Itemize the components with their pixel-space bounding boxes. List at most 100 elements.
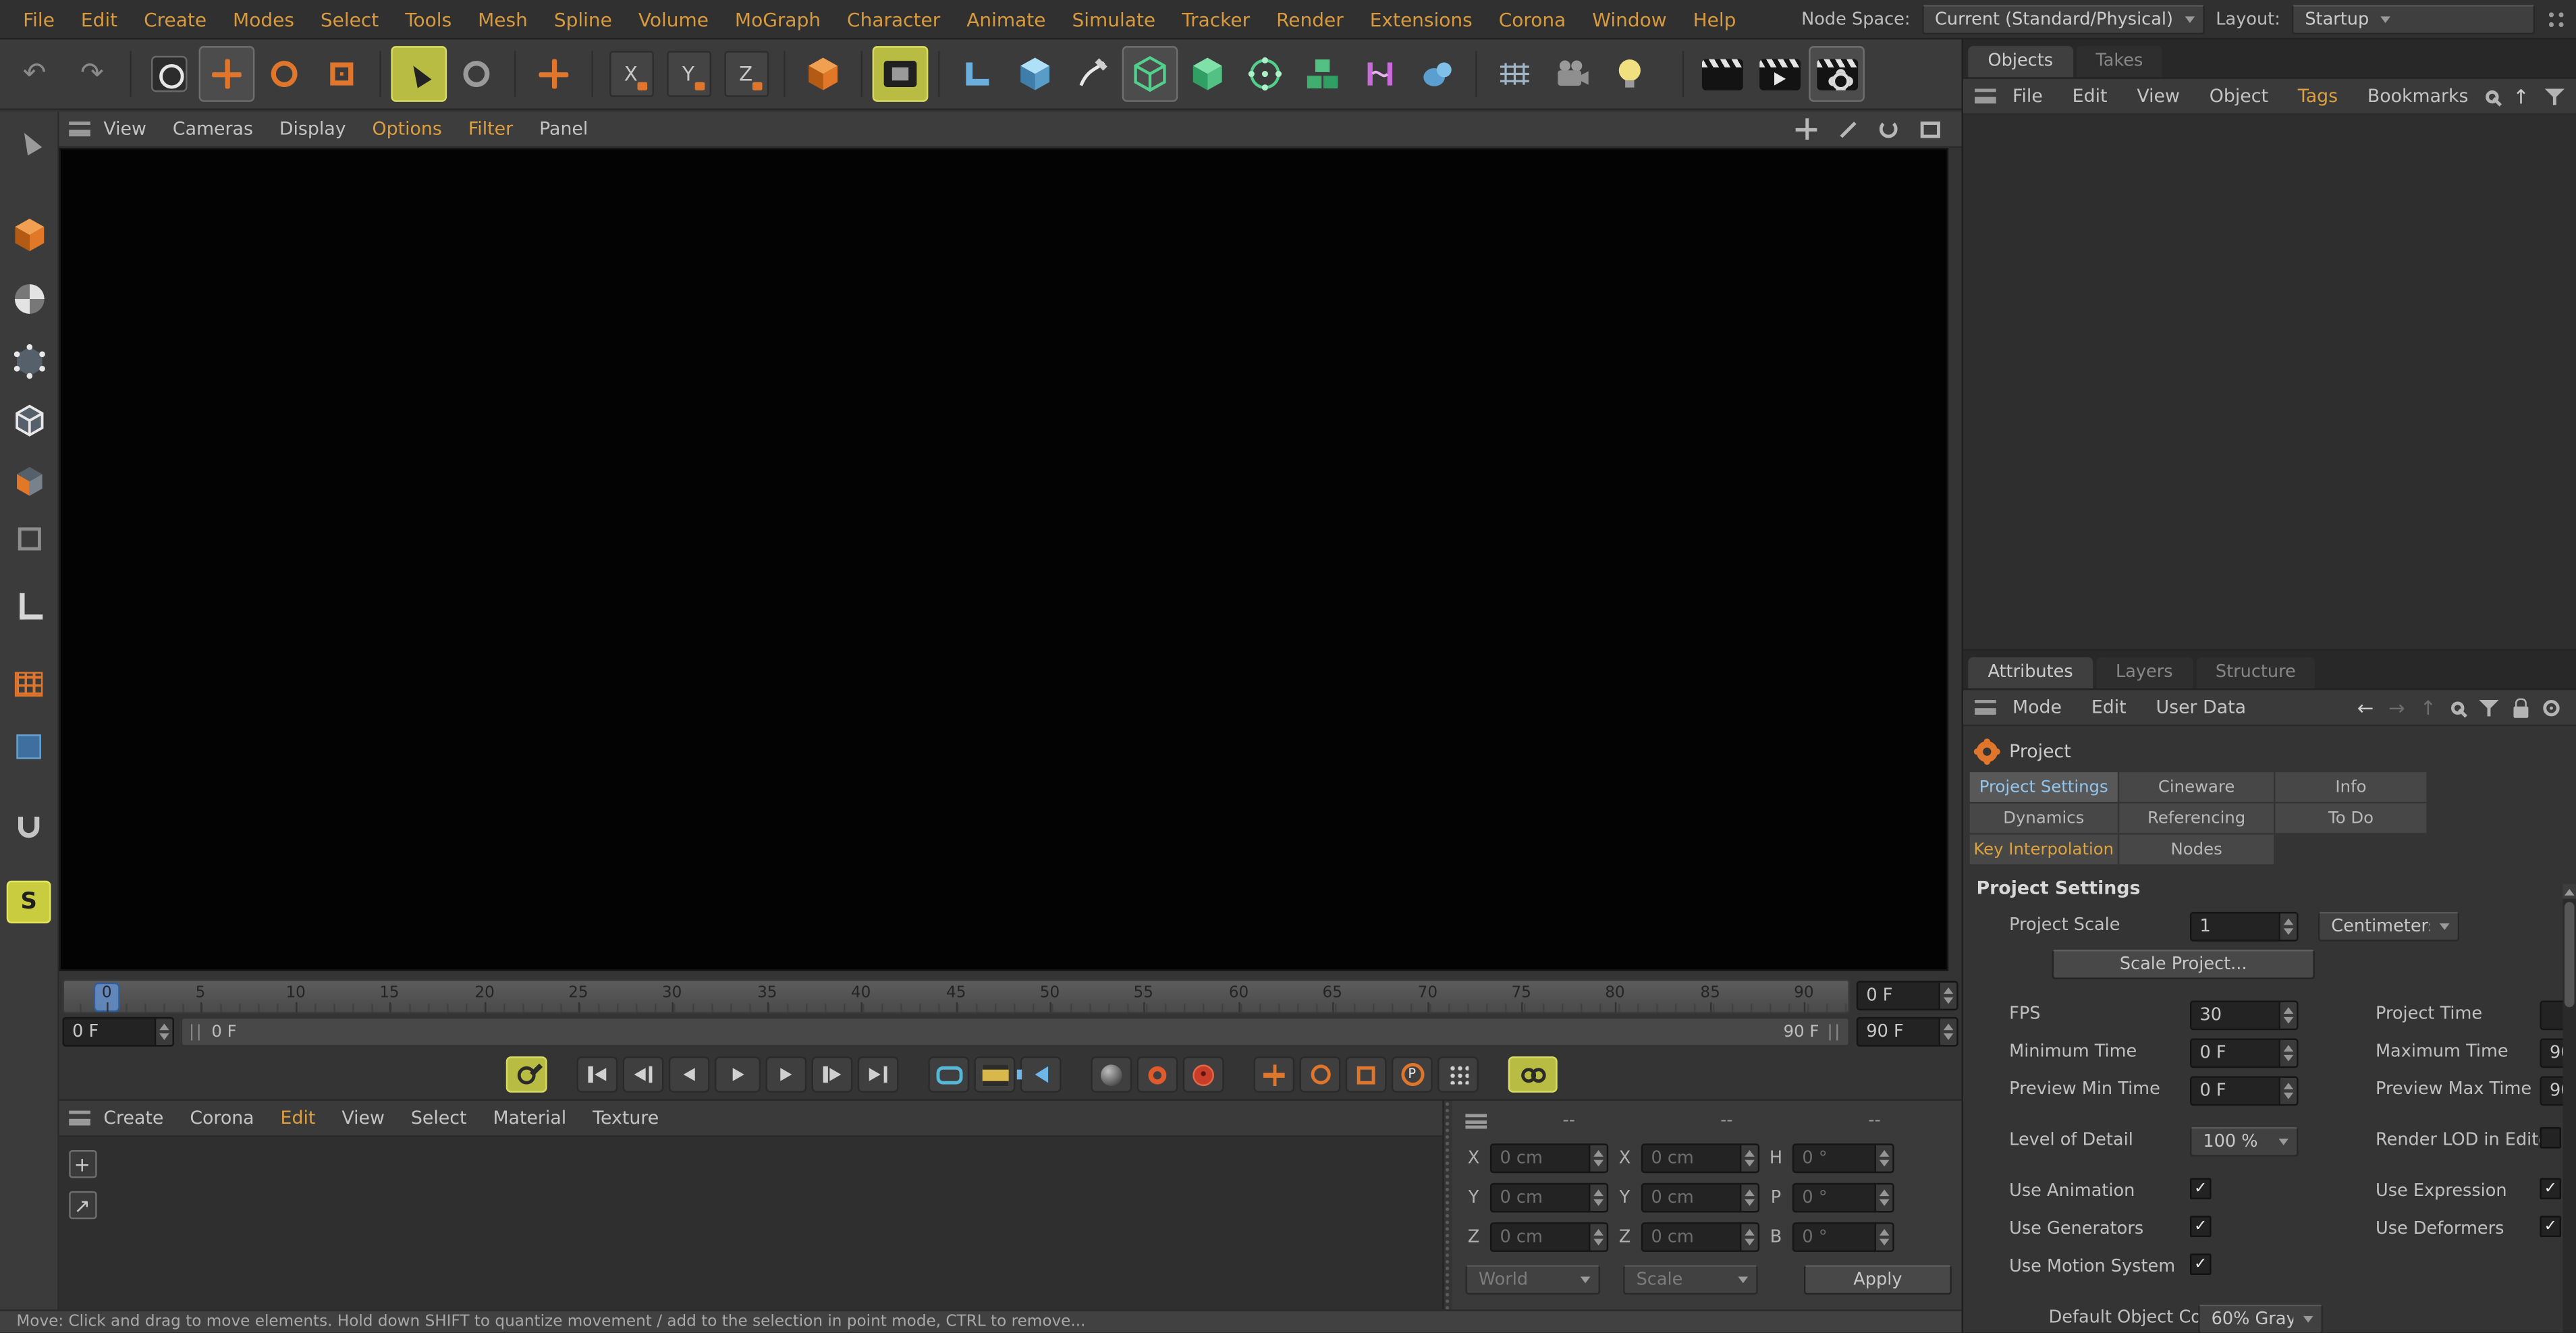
tab-structure[interactable]: Structure — [2196, 657, 2315, 688]
menu-volume[interactable]: Volume — [625, 7, 721, 30]
material-menu-texture[interactable]: Texture — [580, 1108, 672, 1129]
size-z-field[interactable]: 0 cm — [1641, 1222, 1759, 1251]
tweak-mode-button[interactable] — [4, 516, 53, 562]
coordinate-space-dropdown[interactable]: World — [1465, 1265, 1600, 1295]
key-recording-toggle[interactable] — [506, 1056, 547, 1093]
play-mode-button[interactable] — [928, 1056, 969, 1093]
magnet-snap-button[interactable] — [4, 803, 53, 849]
tab-nodes[interactable]: Nodes — [2119, 835, 2274, 865]
tab-objects[interactable]: Objects — [1968, 46, 2073, 77]
use-generators-checkbox[interactable]: ✓ — [2190, 1216, 2212, 1237]
size-x-field[interactable]: 0 cm — [1641, 1143, 1759, 1172]
spinner-arrows-icon[interactable] — [1740, 1184, 1758, 1210]
scrollbar-thumb[interactable] — [2565, 902, 2575, 1007]
menu-spline[interactable]: Spline — [541, 7, 625, 30]
coordinate-mode-dropdown[interactable]: Scale — [1623, 1265, 1758, 1295]
axis-lock-x[interactable]: X — [603, 46, 659, 102]
camera-button[interactable] — [1544, 46, 1600, 102]
render-lod-checkbox[interactable] — [2540, 1127, 2561, 1149]
menu-simulate[interactable]: Simulate — [1059, 7, 1169, 30]
omni-move-tool[interactable] — [526, 46, 582, 102]
parent-up-icon[interactable]: ↑ — [2420, 697, 2436, 717]
layout-dropdown[interactable]: Startup — [2292, 4, 2535, 34]
pos-y-field[interactable]: 0 cm — [1490, 1182, 1608, 1212]
extrude-generator-button[interactable] — [1180, 46, 1236, 102]
spinner-arrows-icon[interactable] — [2278, 1078, 2297, 1104]
project-scale-field[interactable]: 1 — [2190, 912, 2299, 942]
object-menu-object[interactable]: Object — [2196, 86, 2281, 107]
toggle-sound-button[interactable] — [1020, 1056, 1062, 1093]
add-cube-button[interactable] — [1007, 46, 1063, 102]
model-mode-button[interactable] — [4, 212, 53, 258]
scale-tool[interactable] — [314, 46, 370, 102]
lock-icon[interactable] — [2513, 706, 2528, 717]
play-button[interactable] — [715, 1056, 761, 1093]
menu-help[interactable]: Help — [1680, 7, 1749, 30]
filter-funnel-icon[interactable] — [2544, 86, 2564, 106]
object-menu-bookmarks[interactable]: Bookmarks — [2354, 86, 2482, 107]
menu-corona[interactable]: Corona — [1485, 7, 1579, 30]
points-mode-button[interactable] — [4, 338, 53, 384]
hamburger-icon[interactable] — [69, 1111, 90, 1126]
menu-modes[interactable]: Modes — [220, 7, 308, 30]
hamburger-icon[interactable] — [1975, 88, 1996, 103]
material-menu-select[interactable]: Select — [398, 1108, 480, 1129]
preview-range-track[interactable]: || 0 F 90 F || — [181, 1017, 1850, 1047]
spinner-arrows-icon[interactable] — [1875, 1184, 1893, 1210]
spinner-arrows-icon[interactable] — [1938, 983, 1956, 1009]
menu-tracker[interactable]: Tracker — [1169, 7, 1263, 30]
record-active-objects-button[interactable] — [1137, 1056, 1178, 1093]
tab-project-settings[interactable]: Project Settings — [1970, 772, 2118, 802]
enable-axis-button[interactable] — [4, 583, 53, 629]
modeling-setsquare-button[interactable] — [950, 46, 1006, 102]
attr-menu-edit[interactable]: Edit — [2078, 697, 2139, 718]
autokeying-button[interactable] — [1183, 1056, 1224, 1093]
size-y-field[interactable]: 0 cm — [1641, 1182, 1759, 1212]
rot-h-field[interactable]: 0 ° — [1792, 1143, 1894, 1172]
volume-mesh-button[interactable] — [1237, 46, 1293, 102]
panel-drag-handle[interactable] — [1444, 1101, 1452, 1309]
last-tool-rotate[interactable] — [449, 46, 505, 102]
redo-button[interactable]: ↷ — [64, 46, 120, 102]
menu-create[interactable]: Create — [131, 7, 220, 30]
current-frame-field[interactable]: 0 F — [1857, 981, 1958, 1010]
menu-character[interactable]: Character — [834, 7, 954, 30]
viewport-menu-filter[interactable]: Filter — [455, 118, 526, 140]
range-end-field[interactable]: 90 F — [1857, 1017, 1958, 1047]
edges-mode-button[interactable] — [4, 398, 53, 443]
next-frame-button[interactable] — [765, 1056, 806, 1093]
keyframe-selection-button[interactable] — [1508, 1056, 1558, 1093]
spinner-arrows-icon[interactable] — [2278, 1002, 2297, 1029]
menu-extensions[interactable]: Extensions — [1356, 7, 1485, 30]
viewport-menu-view[interactable]: View — [90, 118, 160, 140]
viewport-menu-display[interactable]: Display — [266, 118, 359, 140]
project-scale-unit-dropdown[interactable]: Centimeters — [2318, 912, 2459, 942]
light-button[interactable] — [1601, 46, 1657, 102]
rot-p-field[interactable]: 0 ° — [1792, 1182, 1894, 1212]
history-forward-icon[interactable]: → — [2388, 697, 2405, 717]
viewport-menu-cameras[interactable]: Cameras — [159, 118, 266, 140]
preview-range-end-grip[interactable]: 90 F || — [1784, 1023, 1842, 1041]
viewport-menu-panel[interactable]: Panel — [526, 118, 601, 140]
attribute-scrollbar[interactable] — [2563, 884, 2576, 1333]
material-menu-edit[interactable]: Edit — [267, 1108, 329, 1129]
undo-button[interactable]: ↶ — [7, 46, 63, 102]
record-sphere-button[interactable] — [1091, 1056, 1132, 1093]
tab-attributes[interactable]: Attributes — [1968, 657, 2093, 688]
move-tool[interactable] — [199, 46, 255, 102]
menu-animate[interactable]: Animate — [954, 7, 1059, 30]
spinner-arrows-icon[interactable] — [1875, 1144, 1893, 1170]
render-view-button[interactable] — [873, 46, 929, 102]
menu-tools[interactable]: Tools — [392, 7, 465, 30]
texture-mode-button[interactable] — [4, 276, 53, 322]
material-menu-corona[interactable]: Corona — [177, 1108, 267, 1129]
history-back-icon[interactable]: ← — [2357, 697, 2374, 717]
object-menu-view[interactable]: View — [2124, 86, 2193, 107]
new-material-icon[interactable]: + — [68, 1150, 96, 1178]
active-tool-button[interactable] — [391, 46, 447, 102]
viewport-menu-options[interactable]: Options — [359, 118, 455, 140]
material-menu-create[interactable]: Create — [90, 1108, 177, 1129]
timeline-ruler[interactable]: 0 5 10 15 20 25 30 35 40 45 50 55 60 65 … — [63, 979, 1851, 1013]
use-animation-checkbox[interactable]: ✓ — [2190, 1178, 2212, 1199]
make-editable-button[interactable] — [4, 118, 53, 164]
